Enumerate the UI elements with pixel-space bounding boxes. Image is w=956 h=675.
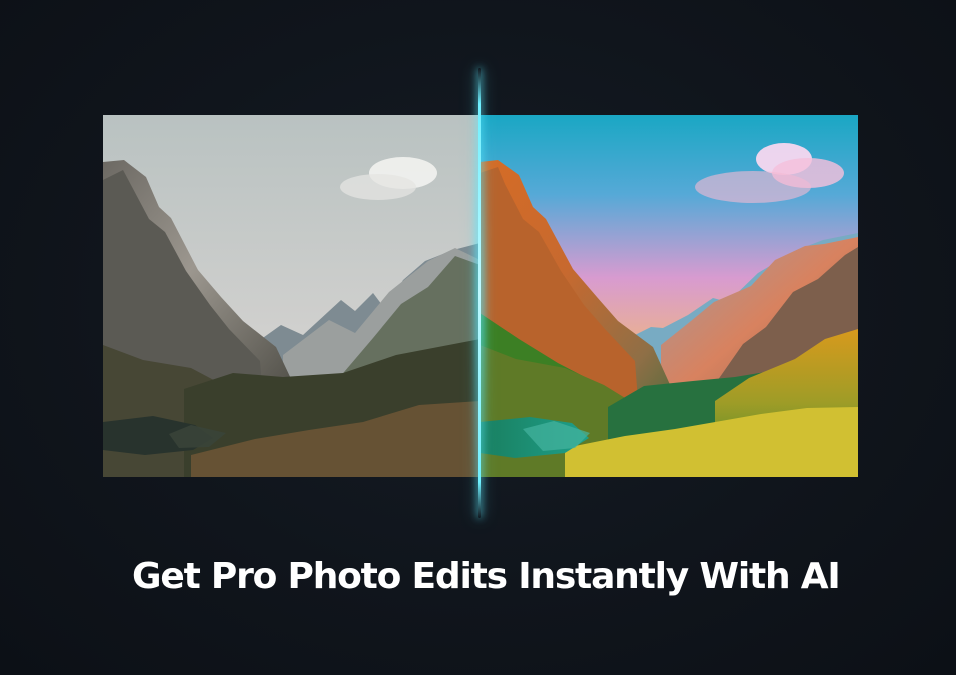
compare-slider-handle[interactable] bbox=[478, 68, 481, 518]
before-photo bbox=[103, 115, 480, 477]
headline: Get Pro Photo Edits Instantly With AI bbox=[132, 556, 841, 597]
after-photo bbox=[480, 115, 858, 477]
